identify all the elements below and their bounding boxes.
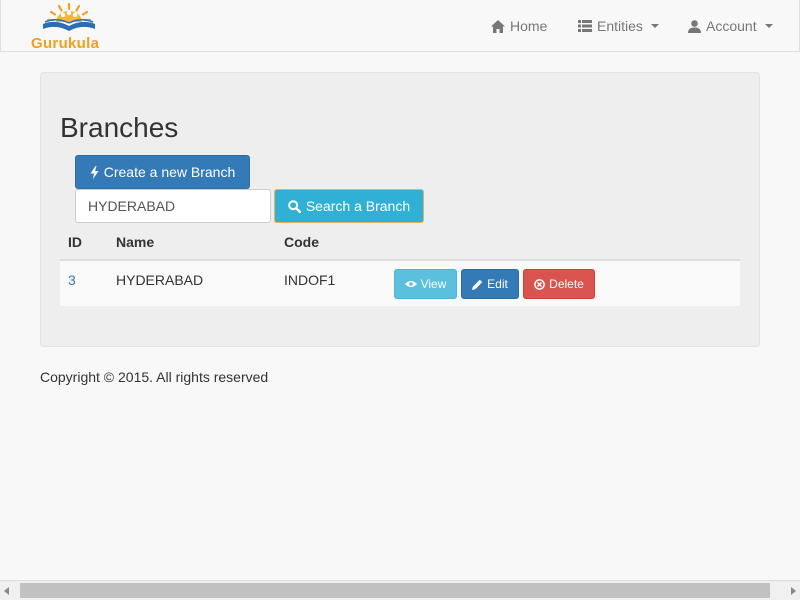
table-header-id: ID — [68, 234, 82, 250]
table-header-code: Code — [284, 234, 319, 250]
row-code: INDOF1 — [284, 272, 336, 288]
scroll-right-icon[interactable] — [791, 587, 796, 595]
user-icon — [688, 19, 701, 33]
nav-entities-dropdown[interactable]: Entities — [578, 0, 659, 52]
create-branch-label: Create a new Branch — [103, 164, 236, 180]
footer-copyright: Copyright © 2015. All rights reserved — [40, 369, 269, 385]
chevron-down-icon — [650, 24, 659, 28]
eye-icon — [404, 281, 417, 287]
sun-book-logo-icon — [43, 2, 95, 31]
row-id-link[interactable]: 3 — [68, 272, 76, 288]
search-input[interactable] — [75, 189, 271, 223]
delete-label: Delete — [549, 277, 584, 291]
delete-button[interactable]: Delete — [523, 269, 595, 299]
brand-logo[interactable]: Gurukula — [29, 0, 109, 52]
search-branch-button[interactable]: Search a Branch — [274, 189, 424, 223]
table-header-name: Name — [116, 234, 155, 250]
nav-entities-label: Entities — [597, 18, 643, 34]
chevron-down-icon — [764, 24, 773, 28]
scroll-left-icon[interactable] — [4, 587, 9, 595]
scrollbar-thumb[interactable] — [20, 583, 770, 598]
horizontal-scrollbar[interactable] — [0, 580, 800, 600]
home-icon — [491, 19, 505, 33]
list-icon — [578, 20, 592, 32]
navbar: Gurukula Home Entities Account — [0, 0, 800, 52]
pencil-icon — [472, 279, 483, 290]
nav-account-dropdown[interactable]: Account — [688, 0, 773, 52]
page-title: Branches — [60, 112, 179, 143]
bolt-icon — [90, 165, 99, 179]
edit-button[interactable]: Edit — [461, 269, 519, 299]
view-button[interactable]: View — [394, 269, 457, 299]
nav-account-label: Account — [706, 18, 757, 34]
search-branch-label: Search a Branch — [305, 198, 411, 214]
remove-circle-icon — [534, 278, 546, 290]
nav-home[interactable]: Home — [491, 0, 547, 52]
edit-label: Edit — [487, 277, 508, 291]
nav-home-label: Home — [510, 18, 548, 34]
create-branch-button[interactable]: Create a new Branch — [75, 155, 250, 189]
view-label: View — [420, 277, 447, 291]
brand-name: Gurukula — [31, 35, 100, 52]
row-name: HYDERABAD — [116, 272, 204, 288]
search-icon — [288, 199, 301, 213]
